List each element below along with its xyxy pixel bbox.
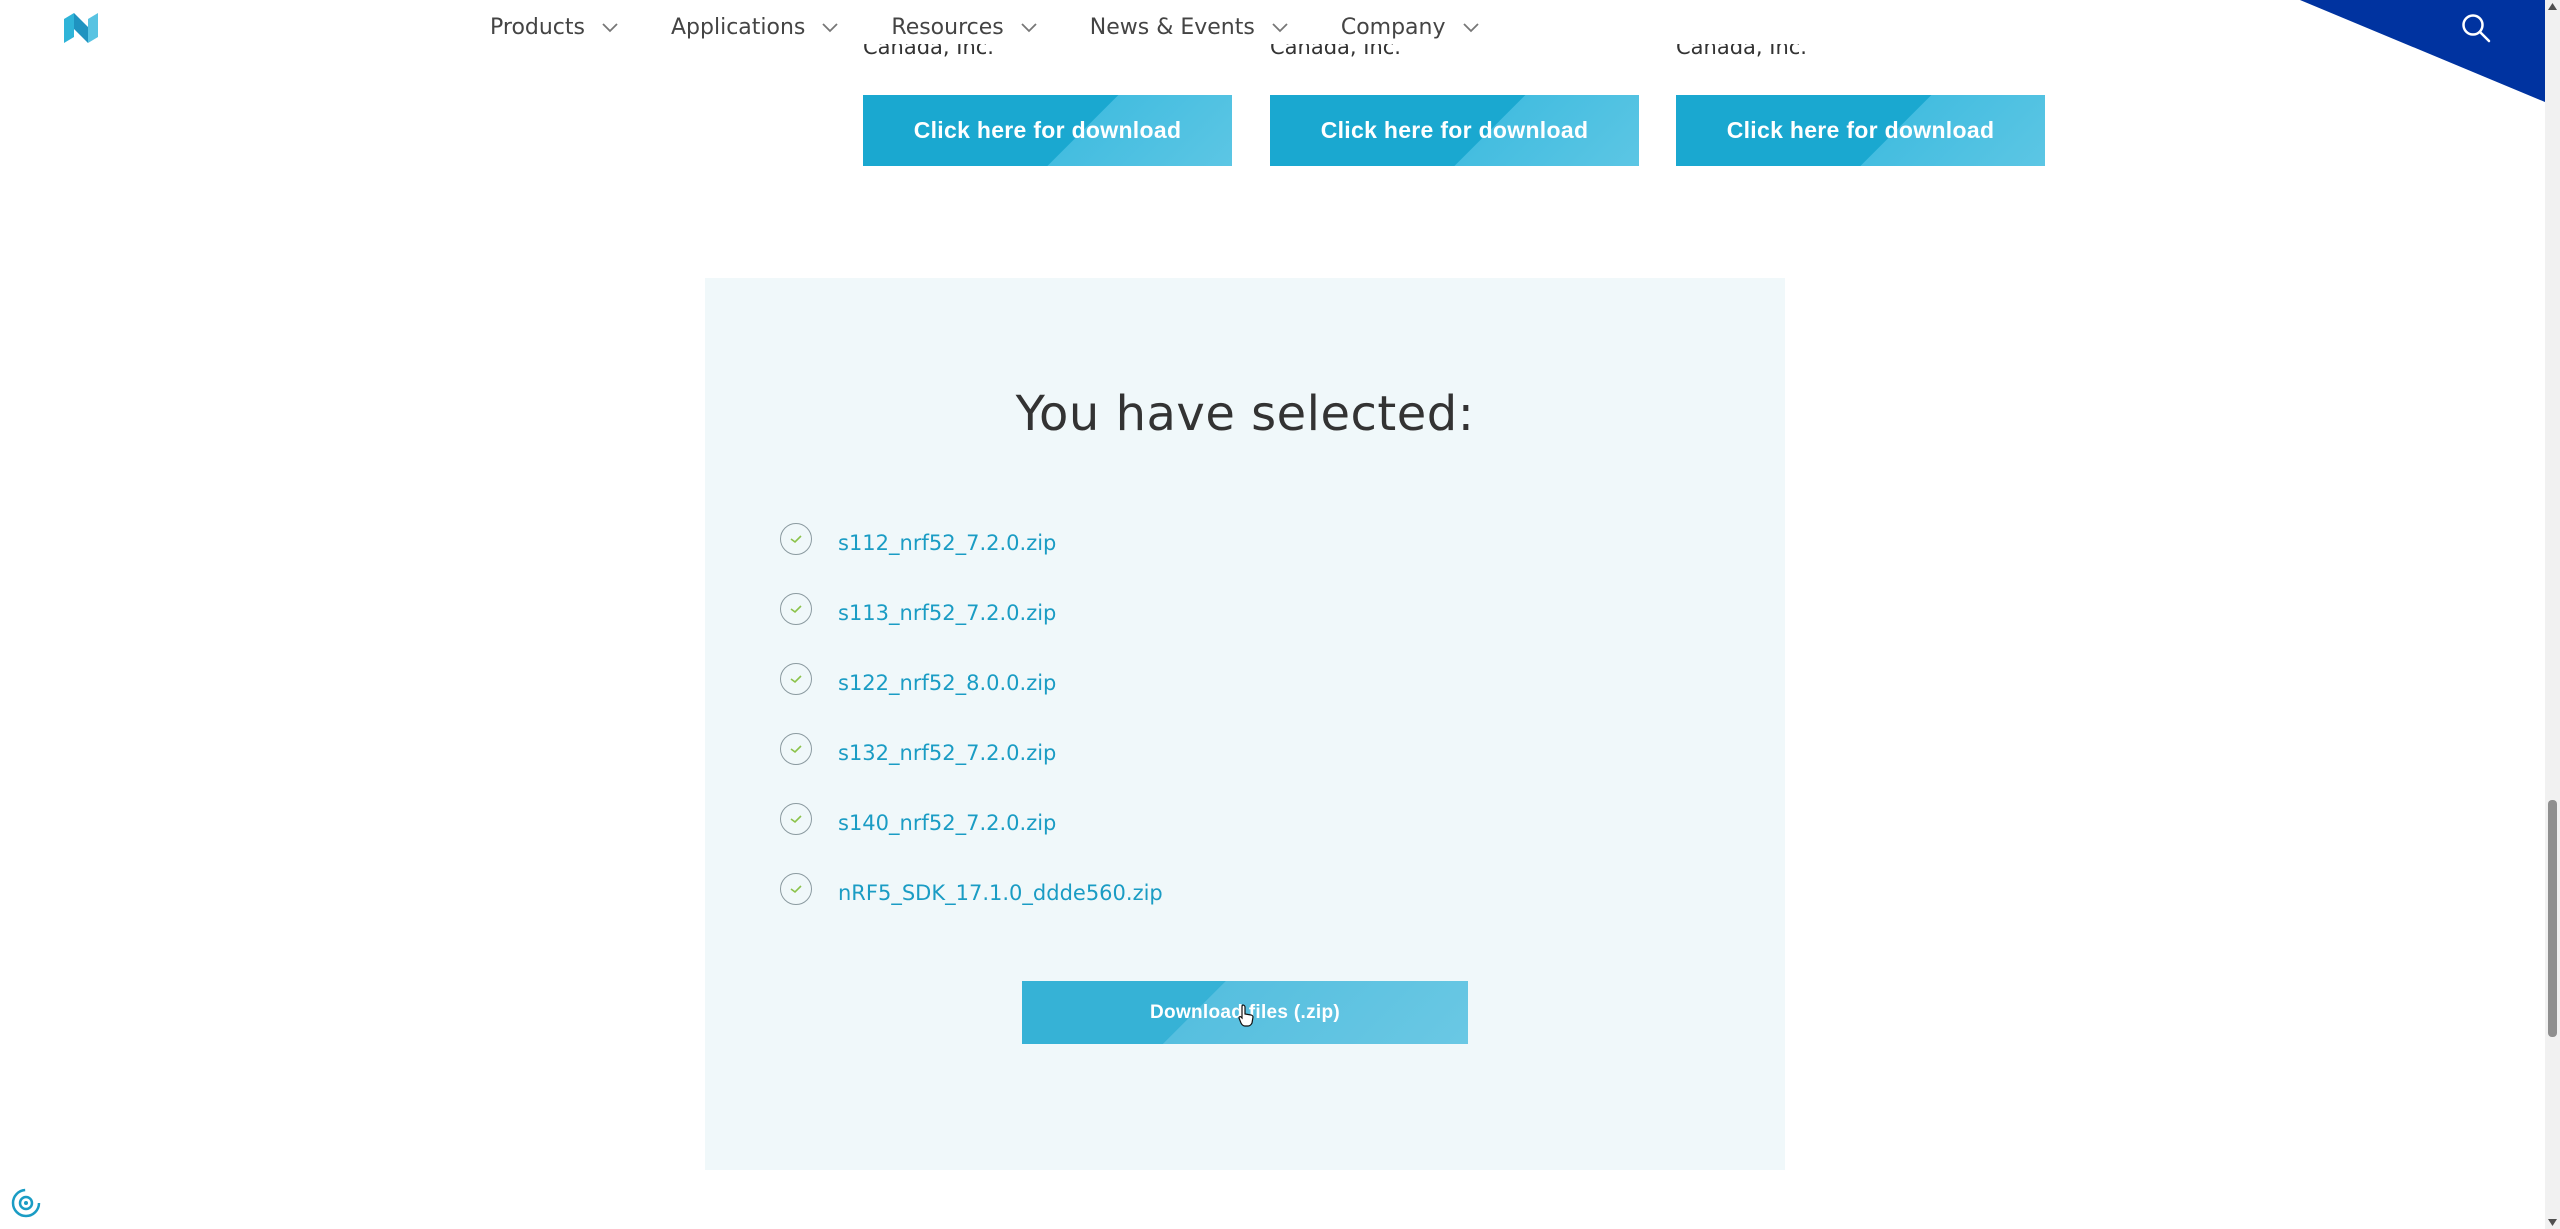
nav-item-label: Applications: [671, 15, 806, 40]
download-button-1[interactable]: Click here for download: [863, 95, 1232, 166]
nav-item-applications[interactable]: Applications: [671, 15, 839, 40]
check-circle-icon[interactable]: [780, 593, 812, 625]
scroll-up-arrow-icon[interactable]: [2548, 3, 2557, 10]
file-link[interactable]: s122_nrf52_8.0.0.zip: [838, 671, 1056, 695]
scroll-down-arrow-icon[interactable]: [2548, 1219, 2557, 1226]
nav-item-label: Company: [1340, 15, 1446, 40]
corner-accent-shape: [2300, 0, 2545, 102]
chevron-down-icon: [602, 22, 618, 32]
download-button-2[interactable]: Click here for download: [1270, 95, 1639, 166]
nav-item-label: Resources: [891, 15, 1004, 40]
card-subtitle: Canada, Inc.: [1270, 44, 1401, 59]
download-button-3[interactable]: Click here for download: [1676, 95, 2045, 166]
list-item: s122_nrf52_8.0.0.zip: [780, 648, 1163, 718]
selection-panel: You have selected: s112_nrf52_7.2.0.zip …: [705, 278, 1785, 1170]
mouse-pointer-icon: [1238, 1004, 1254, 1027]
list-item: s113_nrf52_7.2.0.zip: [780, 578, 1163, 648]
chevron-down-icon: [822, 22, 839, 32]
selected-file-list: s112_nrf52_7.2.0.zip s113_nrf52_7.2.0.zi…: [780, 508, 1163, 928]
panel-title: You have selected:: [1015, 385, 1475, 442]
scrollbar-thumb[interactable]: [2548, 800, 2557, 1037]
chevron-down-icon: [1021, 22, 1037, 32]
check-circle-icon[interactable]: [780, 803, 812, 835]
check-circle-icon[interactable]: [780, 663, 812, 695]
nav-item-company[interactable]: Company: [1341, 15, 1480, 40]
nav-item-news-events[interactable]: News & Events: [1090, 15, 1289, 40]
file-link[interactable]: s132_nrf52_7.2.0.zip: [838, 741, 1056, 765]
file-link[interactable]: nRF5_SDK_17.1.0_ddde560.zip: [838, 881, 1163, 905]
chevron-down-icon: [1272, 22, 1288, 32]
file-link[interactable]: s112_nrf52_7.2.0.zip: [838, 531, 1056, 555]
vertical-scrollbar[interactable]: [2545, 0, 2560, 1229]
file-link[interactable]: s140_nrf52_7.2.0.zip: [838, 811, 1056, 835]
list-item: nRF5_SDK_17.1.0_ddde560.zip: [780, 858, 1163, 928]
check-circle-icon[interactable]: [780, 873, 812, 905]
list-item: s132_nrf52_7.2.0.zip: [780, 718, 1163, 788]
nav-item-resources[interactable]: Resources: [891, 15, 1037, 40]
card-subtitle: Canada, Inc.: [863, 44, 994, 59]
file-link[interactable]: s113_nrf52_7.2.0.zip: [838, 601, 1056, 625]
list-item: s112_nrf52_7.2.0.zip: [780, 508, 1163, 578]
check-circle-icon[interactable]: [780, 733, 812, 765]
card-subtitle: Canada, Inc.: [1676, 44, 1807, 59]
nav-item-label: Products: [490, 15, 585, 40]
nav-item-products[interactable]: Products: [490, 15, 619, 40]
check-circle-icon[interactable]: [780, 523, 812, 555]
search-icon[interactable]: [2460, 12, 2492, 44]
nav-item-label: News & Events: [1089, 15, 1255, 40]
nordic-logo-icon[interactable]: [62, 13, 100, 43]
list-item: s140_nrf52_7.2.0.zip: [780, 788, 1163, 858]
cookie-settings-icon[interactable]: [10, 1187, 42, 1219]
chevron-down-icon: [1462, 22, 1479, 32]
